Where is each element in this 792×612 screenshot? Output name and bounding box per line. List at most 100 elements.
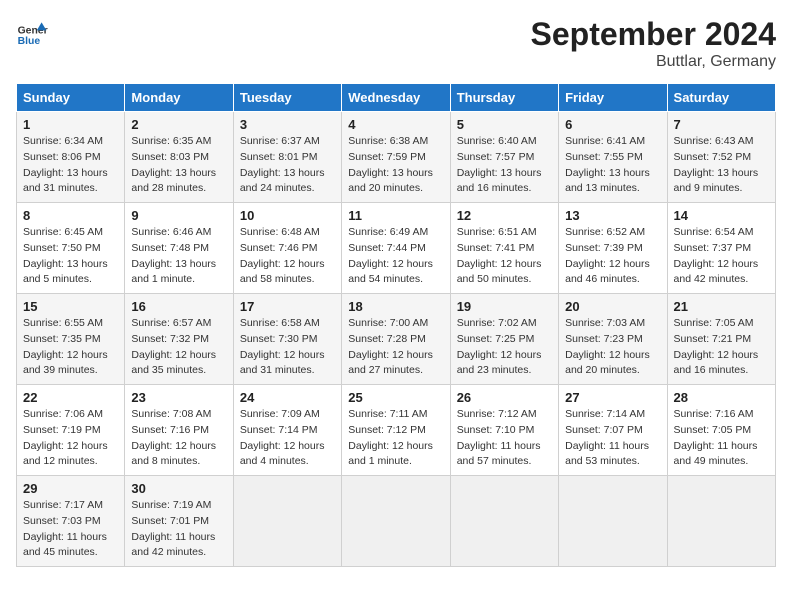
day-info: Sunrise: 6:48 AMSunset: 7:46 PMDaylight:…	[240, 226, 325, 285]
day-number: 23	[131, 390, 226, 405]
day-number: 13	[565, 208, 660, 223]
calendar-cell: 9 Sunrise: 6:46 AMSunset: 7:48 PMDayligh…	[125, 203, 233, 294]
day-number: 24	[240, 390, 335, 405]
day-number: 18	[348, 299, 443, 314]
calendar-cell	[450, 476, 558, 567]
calendar-week-row: 8 Sunrise: 6:45 AMSunset: 7:50 PMDayligh…	[17, 203, 776, 294]
day-info: Sunrise: 6:54 AMSunset: 7:37 PMDaylight:…	[674, 226, 759, 285]
day-info: Sunrise: 7:00 AMSunset: 7:28 PMDaylight:…	[348, 317, 433, 376]
col-saturday: Saturday	[667, 84, 775, 112]
day-number: 20	[565, 299, 660, 314]
calendar-cell: 23 Sunrise: 7:08 AMSunset: 7:16 PMDaylig…	[125, 385, 233, 476]
calendar-cell: 28 Sunrise: 7:16 AMSunset: 7:05 PMDaylig…	[667, 385, 775, 476]
calendar-cell: 30 Sunrise: 7:19 AMSunset: 7:01 PMDaylig…	[125, 476, 233, 567]
col-friday: Friday	[559, 84, 667, 112]
day-number: 26	[457, 390, 552, 405]
calendar-table: Sunday Monday Tuesday Wednesday Thursday…	[16, 83, 776, 567]
day-info: Sunrise: 7:03 AMSunset: 7:23 PMDaylight:…	[565, 317, 650, 376]
day-number: 9	[131, 208, 226, 223]
day-info: Sunrise: 7:11 AMSunset: 7:12 PMDaylight:…	[348, 408, 433, 467]
day-info: Sunrise: 7:17 AMSunset: 7:03 PMDaylight:…	[23, 499, 107, 558]
col-sunday: Sunday	[17, 84, 125, 112]
calendar-cell: 10 Sunrise: 6:48 AMSunset: 7:46 PMDaylig…	[233, 203, 341, 294]
day-number: 25	[348, 390, 443, 405]
day-number: 11	[348, 208, 443, 223]
calendar-cell: 3 Sunrise: 6:37 AMSunset: 8:01 PMDayligh…	[233, 112, 341, 203]
calendar-cell: 27 Sunrise: 7:14 AMSunset: 7:07 PMDaylig…	[559, 385, 667, 476]
day-number: 27	[565, 390, 660, 405]
calendar-cell: 22 Sunrise: 7:06 AMSunset: 7:19 PMDaylig…	[17, 385, 125, 476]
day-number: 14	[674, 208, 769, 223]
calendar-cell: 15 Sunrise: 6:55 AMSunset: 7:35 PMDaylig…	[17, 294, 125, 385]
day-number: 16	[131, 299, 226, 314]
day-info: Sunrise: 6:55 AMSunset: 7:35 PMDaylight:…	[23, 317, 108, 376]
day-info: Sunrise: 6:46 AMSunset: 7:48 PMDaylight:…	[131, 226, 216, 285]
day-number: 17	[240, 299, 335, 314]
day-info: Sunrise: 7:06 AMSunset: 7:19 PMDaylight:…	[23, 408, 108, 467]
col-monday: Monday	[125, 84, 233, 112]
calendar-cell	[342, 476, 450, 567]
calendar-cell: 4 Sunrise: 6:38 AMSunset: 7:59 PMDayligh…	[342, 112, 450, 203]
calendar-cell: 1 Sunrise: 6:34 AMSunset: 8:06 PMDayligh…	[17, 112, 125, 203]
page-subtitle: Buttlar, Germany	[531, 53, 776, 71]
day-info: Sunrise: 7:12 AMSunset: 7:10 PMDaylight:…	[457, 408, 541, 467]
day-info: Sunrise: 6:43 AMSunset: 7:52 PMDaylight:…	[674, 135, 759, 194]
calendar-header-row: Sunday Monday Tuesday Wednesday Thursday…	[17, 84, 776, 112]
calendar-week-row: 29 Sunrise: 7:17 AMSunset: 7:03 PMDaylig…	[17, 476, 776, 567]
day-number: 28	[674, 390, 769, 405]
calendar-cell: 11 Sunrise: 6:49 AMSunset: 7:44 PMDaylig…	[342, 203, 450, 294]
day-info: Sunrise: 6:58 AMSunset: 7:30 PMDaylight:…	[240, 317, 325, 376]
calendar-cell: 7 Sunrise: 6:43 AMSunset: 7:52 PMDayligh…	[667, 112, 775, 203]
calendar-cell: 29 Sunrise: 7:17 AMSunset: 7:03 PMDaylig…	[17, 476, 125, 567]
day-info: Sunrise: 6:49 AMSunset: 7:44 PMDaylight:…	[348, 226, 433, 285]
day-info: Sunrise: 7:14 AMSunset: 7:07 PMDaylight:…	[565, 408, 649, 467]
calendar-cell: 2 Sunrise: 6:35 AMSunset: 8:03 PMDayligh…	[125, 112, 233, 203]
day-number: 5	[457, 117, 552, 132]
calendar-cell: 19 Sunrise: 7:02 AMSunset: 7:25 PMDaylig…	[450, 294, 558, 385]
svg-text:Blue: Blue	[18, 36, 41, 47]
calendar-week-row: 22 Sunrise: 7:06 AMSunset: 7:19 PMDaylig…	[17, 385, 776, 476]
day-number: 2	[131, 117, 226, 132]
day-number: 8	[23, 208, 118, 223]
day-info: Sunrise: 6:38 AMSunset: 7:59 PMDaylight:…	[348, 135, 433, 194]
day-number: 4	[348, 117, 443, 132]
page-title: September 2024	[531, 16, 776, 53]
day-info: Sunrise: 6:40 AMSunset: 7:57 PMDaylight:…	[457, 135, 542, 194]
logo-icon: General Blue	[16, 16, 48, 48]
day-info: Sunrise: 6:52 AMSunset: 7:39 PMDaylight:…	[565, 226, 650, 285]
day-info: Sunrise: 6:57 AMSunset: 7:32 PMDaylight:…	[131, 317, 216, 376]
day-number: 1	[23, 117, 118, 132]
calendar-cell: 24 Sunrise: 7:09 AMSunset: 7:14 PMDaylig…	[233, 385, 341, 476]
day-number: 29	[23, 481, 118, 496]
day-number: 19	[457, 299, 552, 314]
col-wednesday: Wednesday	[342, 84, 450, 112]
calendar-cell: 5 Sunrise: 6:40 AMSunset: 7:57 PMDayligh…	[450, 112, 558, 203]
calendar-cell: 6 Sunrise: 6:41 AMSunset: 7:55 PMDayligh…	[559, 112, 667, 203]
day-info: Sunrise: 6:45 AMSunset: 7:50 PMDaylight:…	[23, 226, 108, 285]
calendar-cell: 16 Sunrise: 6:57 AMSunset: 7:32 PMDaylig…	[125, 294, 233, 385]
day-number: 12	[457, 208, 552, 223]
calendar-cell: 13 Sunrise: 6:52 AMSunset: 7:39 PMDaylig…	[559, 203, 667, 294]
calendar-cell	[559, 476, 667, 567]
title-block: September 2024 Buttlar, Germany	[531, 16, 776, 71]
day-info: Sunrise: 7:09 AMSunset: 7:14 PMDaylight:…	[240, 408, 325, 467]
day-number: 3	[240, 117, 335, 132]
day-number: 15	[23, 299, 118, 314]
calendar-cell	[233, 476, 341, 567]
day-info: Sunrise: 6:34 AMSunset: 8:06 PMDaylight:…	[23, 135, 108, 194]
calendar-cell: 17 Sunrise: 6:58 AMSunset: 7:30 PMDaylig…	[233, 294, 341, 385]
day-number: 7	[674, 117, 769, 132]
day-number: 30	[131, 481, 226, 496]
day-number: 22	[23, 390, 118, 405]
day-info: Sunrise: 7:19 AMSunset: 7:01 PMDaylight:…	[131, 499, 215, 558]
calendar-cell: 8 Sunrise: 6:45 AMSunset: 7:50 PMDayligh…	[17, 203, 125, 294]
day-number: 21	[674, 299, 769, 314]
col-thursday: Thursday	[450, 84, 558, 112]
day-info: Sunrise: 7:05 AMSunset: 7:21 PMDaylight:…	[674, 317, 759, 376]
day-info: Sunrise: 6:37 AMSunset: 8:01 PMDaylight:…	[240, 135, 325, 194]
calendar-cell: 21 Sunrise: 7:05 AMSunset: 7:21 PMDaylig…	[667, 294, 775, 385]
day-info: Sunrise: 6:35 AMSunset: 8:03 PMDaylight:…	[131, 135, 216, 194]
calendar-cell: 12 Sunrise: 6:51 AMSunset: 7:41 PMDaylig…	[450, 203, 558, 294]
calendar-cell	[667, 476, 775, 567]
day-info: Sunrise: 7:02 AMSunset: 7:25 PMDaylight:…	[457, 317, 542, 376]
